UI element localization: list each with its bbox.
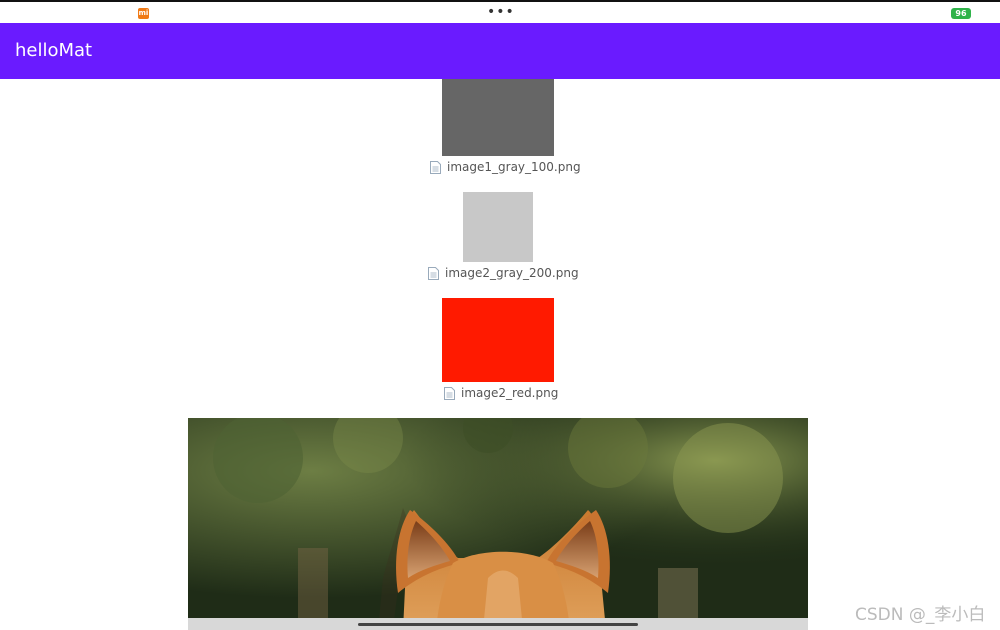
image-file-name: image2_gray_200.png	[445, 266, 579, 280]
file-icon	[444, 386, 455, 400]
image-file-name: image1_gray_100.png	[447, 160, 581, 174]
watermark: CSDN @_李小白	[855, 605, 986, 625]
image-file-name: image2_red.png	[461, 386, 559, 400]
image-caption-2: image2_gray_200.png	[428, 265, 579, 281]
app-title: helloMat	[15, 40, 93, 61]
dog-photo	[188, 418, 808, 630]
home-indicator[interactable]	[358, 623, 638, 626]
file-icon	[428, 266, 439, 280]
dog-photo-illustration	[188, 418, 808, 630]
red-image	[442, 298, 554, 382]
file-icon	[430, 160, 441, 174]
app-bar: helloMat	[0, 23, 1000, 79]
gray-100-image	[442, 79, 554, 156]
mi-logo-icon: mi	[138, 8, 149, 19]
image-caption-1: image1_gray_100.png	[430, 159, 581, 175]
image-caption-3: image2_red.png	[444, 385, 558, 401]
more-dots-icon[interactable]: •••	[487, 4, 515, 20]
status-bar: mi ••• 96	[0, 0, 1000, 23]
battery-icon: 96	[951, 8, 971, 19]
gray-200-image	[463, 192, 533, 262]
